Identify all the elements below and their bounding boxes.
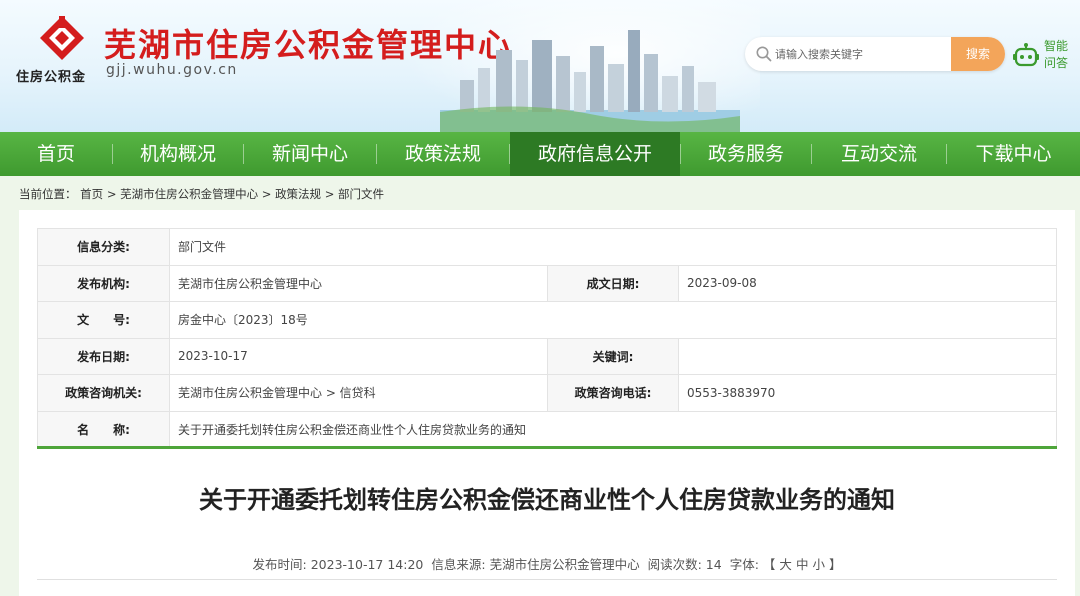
consult-tel-label: 政策咨询电话: (547, 374, 679, 412)
nav-item-policy[interactable]: 政策法规 (377, 132, 509, 176)
source-label: 信息来源: (431, 557, 486, 572)
font-size-medium-button[interactable]: 中 (796, 557, 809, 572)
nav-item-gov-info[interactable]: 政府信息公开 (510, 132, 680, 176)
article-title: 关于开通委托划转住房公积金偿还商业性个人住房贷款业务的通知 (199, 486, 895, 514)
breadcrumb: 当前位置： 首页 > 芜湖市住房公积金管理中心 > 政策法规 > 部门文件 (19, 186, 384, 202)
font-size-small-button[interactable]: 小 (812, 557, 825, 572)
consult-org-label: 政策咨询机关: (37, 374, 170, 412)
table-row: 政策咨询机关: 芜湖市住房公积金管理中心 > 信贷科 政策咨询电话: 0553-… (37, 374, 1057, 412)
views-label: 阅读次数: (647, 557, 702, 572)
city-skyline-illustration (440, 30, 740, 132)
doc-name-value: 关于开通委托划转住房公积金偿还商业性个人住房贷款业务的通知 (169, 410, 1057, 448)
robot-icon (1013, 43, 1039, 67)
doc-number-value: 房金中心〔2023〕18号 (169, 301, 1057, 339)
section-divider (37, 446, 1057, 449)
keywords-label: 关键词: (547, 337, 679, 375)
publish-time-label: 发布时间: (252, 557, 307, 572)
breadcrumb-policy[interactable]: 政策法规 (275, 187, 321, 201)
nav-item-about[interactable]: 机构概况 (113, 132, 243, 176)
nav-item-services[interactable]: 政务服务 (681, 132, 811, 176)
views-value: 14 (705, 557, 722, 572)
table-row: 发布日期: 2023-10-17 关键词: (37, 337, 1057, 375)
article-meta: 发布时间: 2023-10-17 14:20 信息来源: 芜湖市住房公积金管理中心 … (37, 554, 1057, 573)
search-input[interactable] (775, 43, 945, 65)
document-info-table: 信息分类: 部门文件 发布机构: 芜湖市住房公积金管理中心 成文日期: 2023… (37, 228, 1057, 448)
table-row: 信息分类: 部门文件 (37, 228, 1057, 266)
site-header: 住房公积金 芜湖市住房公积金管理中心 gjj.wuhu.gov.cn 搜索 (0, 0, 1080, 132)
font-size-label: 字体: (729, 557, 759, 572)
housing-fund-logo-icon (40, 16, 84, 60)
nav-item-downloads[interactable]: 下载中心 (947, 132, 1080, 176)
publisher-value: 芜湖市住房公积金管理中心 (169, 264, 548, 302)
main-nav: 首页 机构概况 新闻中心 政策法规 政府信息公开 政务服务 互动交流 下载中心 (0, 132, 1080, 176)
site-domain: gjj.wuhu.gov.cn (106, 62, 238, 78)
created-date-value: 2023-09-08 (678, 264, 1057, 302)
font-bracket-close: 】 (828, 557, 842, 572)
consult-org-value: 芜湖市住房公积金管理中心 > 信贷科 (169, 374, 548, 412)
publish-date-value: 2023-10-17 (169, 337, 548, 375)
breadcrumb-dept-docs[interactable]: 部门文件 (338, 187, 384, 201)
nav-item-news[interactable]: 新闻中心 (244, 132, 376, 176)
nav-item-home[interactable]: 首页 (0, 132, 112, 176)
category-value: 部门文件 (169, 228, 1057, 266)
breadcrumb-separator: > (324, 187, 335, 201)
doc-name-label: 名 称: (37, 410, 170, 448)
search-button[interactable]: 搜索 (951, 37, 1005, 71)
breadcrumb-separator: > (261, 187, 272, 201)
font-size-large-button[interactable]: 大 (779, 557, 792, 572)
publisher-label: 发布机构: (37, 264, 170, 302)
publish-time-value: 2023-10-17 14:20 (310, 557, 424, 572)
breadcrumb-center[interactable]: 芜湖市住房公积金管理中心 (120, 187, 258, 201)
content-panel: 信息分类: 部门文件 发布机构: 芜湖市住房公积金管理中心 成文日期: 2023… (19, 210, 1075, 596)
table-row: 发布机构: 芜湖市住房公积金管理中心 成文日期: 2023-09-08 (37, 264, 1057, 302)
source-value: 芜湖市住房公积金管理中心 (489, 557, 640, 572)
breadcrumb-prefix: 当前位置： (19, 187, 77, 201)
created-date-label: 成文日期: (547, 264, 679, 302)
meta-divider (37, 579, 1057, 580)
smart-qa-label: 智能问答 (1044, 39, 1069, 70)
breadcrumb-separator: > (106, 187, 117, 201)
publish-date-label: 发布日期: (37, 337, 170, 375)
smart-qa-link[interactable]: 智能问答 (1012, 36, 1076, 76)
nav-item-interaction[interactable]: 互动交流 (812, 132, 946, 176)
category-label: 信息分类: (37, 228, 170, 266)
table-row: 名 称: 关于开通委托划转住房公积金偿还商业性个人住房贷款业务的通知 (37, 410, 1057, 448)
keywords-value (678, 337, 1057, 375)
font-bracket-open: 【 (762, 557, 776, 572)
consult-tel-value: 0553-3883970 (678, 374, 1057, 412)
table-row: 文 号: 房金中心〔2023〕18号 (37, 301, 1057, 339)
doc-number-label: 文 号: (37, 301, 170, 339)
breadcrumb-home[interactable]: 首页 (80, 187, 103, 201)
site-logo[interactable]: 住房公积金 (16, 14, 111, 86)
search-icon (756, 46, 772, 62)
